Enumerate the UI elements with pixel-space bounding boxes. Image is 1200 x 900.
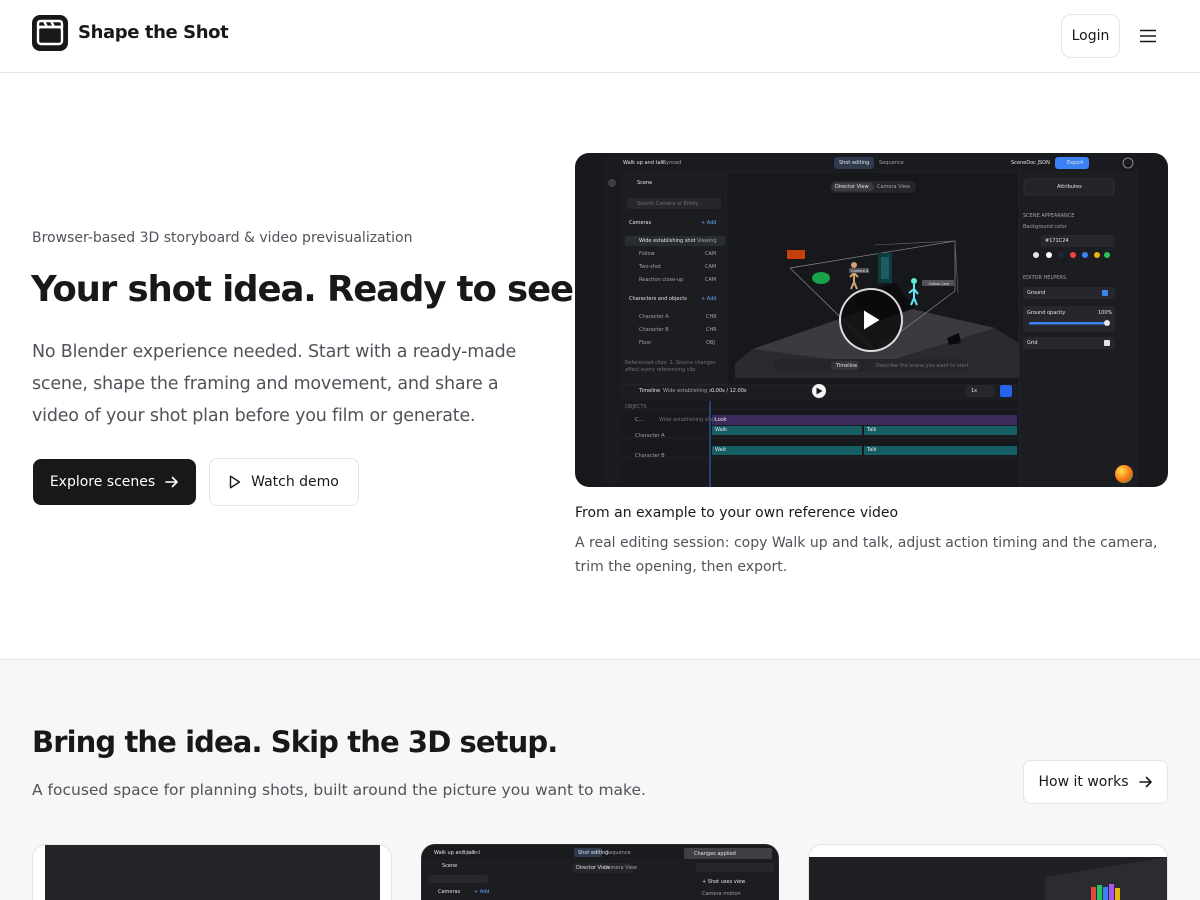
vid-scenedoc: SceneDoc JSON: [1011, 160, 1050, 166]
vid-speed: 1x: [971, 388, 978, 394]
vid-characters-label: Characters and objects: [629, 296, 687, 302]
vid-camera-3: Two-shot: [639, 264, 662, 270]
vid-timeline-clip: Wide establishing s...: [663, 388, 717, 394]
feature-card-2[interactable]: Walk up and talk Synced Shot editing Seq…: [421, 844, 779, 900]
vid-object-floor-tag: OBJ: [706, 340, 715, 346]
watch-demo-button[interactable]: Watch demo: [209, 458, 359, 506]
features-title: Bring the idea. Skip the 3D setup.: [32, 725, 558, 759]
play-outline-icon: [229, 475, 241, 489]
vid-sync-status: Synced: [663, 160, 682, 166]
vid-background-color: #171C24: [1045, 238, 1069, 244]
card2-scene-label: Scene: [442, 863, 458, 869]
card2-changes-applied: Changes applied: [694, 851, 736, 857]
arrow-right-icon: [1138, 776, 1152, 788]
explore-scenes-button[interactable]: Explore scenes: [33, 459, 196, 505]
vid-tab-shot-editing: Shot editing: [839, 160, 870, 166]
vid-track-a: Character A: [635, 433, 665, 439]
vid-callout-a: Camera A: [851, 269, 869, 273]
demo-video-player[interactable]: Walk up and talk Synced Shot editing Seq…: [575, 153, 1168, 487]
vid-clip-walk: Walk: [715, 427, 727, 433]
vid-camera-3-tag: CAM: [705, 264, 717, 270]
card2-cameras-label: Cameras: [438, 889, 461, 895]
card2-panel-item2: Camera motion: [702, 891, 741, 897]
vid-cameras-label: Cameras: [629, 220, 652, 226]
vid-search-placeholder: Search Camera or Entity: [637, 201, 699, 207]
vid-clip-look: Look: [715, 417, 727, 423]
vid-add-camera: + Add: [701, 220, 717, 226]
vid-export: Export: [1067, 160, 1084, 166]
vid-ground-opacity: Ground opacity: [1027, 310, 1066, 316]
vid-camera-4: Reaction close-up: [639, 277, 684, 283]
login-button[interactable]: Login: [1061, 14, 1120, 58]
play-button[interactable]: [839, 288, 903, 352]
vid-editor-helpers: EDITOR HELPERS: [1023, 275, 1067, 281]
feature-card-1-image: [45, 845, 380, 900]
explore-scenes-label: Explore scenes: [49, 474, 156, 490]
vid-camera-row-clip: Wide establishing shot: [659, 417, 716, 423]
vid-clip-talk-b: Talk: [867, 447, 877, 453]
vid-clip-talk-a: Talk: [867, 427, 877, 433]
vid-attributes: Attributes: [1057, 184, 1082, 190]
vid-clip-wait: Wait: [715, 447, 727, 453]
vid-timeline-label: Timeline: [639, 388, 661, 394]
vid-scene-appearance: SCENE APPEARANCE: [1023, 213, 1075, 219]
vid-referenced-note: Referenced clips: 1. Source changes affe…: [625, 360, 716, 373]
card2-tab-sequence: Sequence: [606, 850, 631, 856]
vid-director-view: Director View: [835, 184, 869, 190]
vid-character-2-tag: CHR: [706, 327, 717, 333]
feature-card-3-scene-graphic: [1045, 857, 1167, 900]
hero-eyebrow: Browser-based 3D storyboard & video prev…: [32, 230, 413, 246]
card2-camera-view: Camera View: [604, 865, 638, 871]
vid-describe-placeholder: Describe the scene you want to start: [876, 363, 969, 369]
vid-add-character: + Add: [701, 296, 717, 302]
hero-title: Your shot idea. Ready to see.: [31, 269, 587, 310]
clapperboard-logo-icon[interactable]: [32, 15, 68, 51]
watch-demo-label: Watch demo: [251, 474, 339, 490]
vid-camera-4-tag: CAM: [705, 277, 717, 283]
how-it-works-label: How it works: [1038, 774, 1129, 790]
site-header: Shape the Shot Login: [0, 0, 1200, 73]
feature-card-1[interactable]: [32, 844, 392, 900]
vid-objects-label: OBJECTS: [625, 404, 647, 410]
vid-scene-label: Scene: [637, 180, 653, 186]
card2-panel-item: + Shot uses view: [702, 879, 746, 885]
vid-character-1: Character A: [639, 314, 669, 320]
vid-timeline-time: 0.00s / 12.00s: [711, 388, 747, 394]
assistant-orb-icon[interactable]: [1115, 465, 1133, 483]
brand-name[interactable]: Shape the Shot: [78, 21, 229, 45]
hamburger-menu-icon[interactable]: [1136, 25, 1160, 47]
vid-timeline-button: Timeline: [836, 363, 858, 369]
vid-ground: Ground: [1027, 290, 1046, 296]
card2-sync-status: Synced: [462, 850, 481, 856]
vid-object-floor: Floor: [639, 340, 652, 346]
vid-camera-1: Wide establishing shot: [639, 238, 696, 244]
vid-character-2: Character B: [639, 327, 669, 333]
features-description: A focused space for planning shots, buil…: [32, 781, 646, 799]
vid-scene-name: Walk up and talk: [623, 160, 665, 166]
play-icon: [864, 310, 880, 330]
vid-background-color-label: Background color: [1023, 224, 1067, 230]
vid-track-b: Character B: [635, 453, 665, 459]
card2-tab-shot-editing: Shot editing: [578, 850, 609, 856]
vid-grid: Grid: [1027, 340, 1038, 346]
vid-character-1-tag: CHR: [706, 314, 717, 320]
hero-description: No Blender experience needed. Start with…: [32, 342, 517, 426]
feature-card-3[interactable]: [808, 844, 1168, 900]
vid-ground-opacity-value: 100%: [1098, 310, 1113, 316]
how-it-works-button[interactable]: How it works: [1023, 760, 1168, 804]
vid-camera-view: Camera View: [877, 184, 911, 190]
arrow-right-icon: [165, 476, 178, 488]
card2-add: + Add: [474, 889, 490, 895]
vid-camera-1-tag: Viewing: [697, 238, 717, 244]
vid-tab-sequence: Sequence: [879, 160, 904, 166]
vid-callout-b: Follow Cam: [929, 282, 950, 286]
video-caption-description: A real editing session: copy Walk up and…: [575, 535, 1158, 575]
vid-camera-row: C...: [635, 417, 644, 423]
video-caption-title: From an example to your own reference vi…: [575, 505, 899, 521]
vid-camera-2-tag: CAM: [705, 251, 717, 257]
vid-camera-2: Follow: [639, 251, 655, 257]
